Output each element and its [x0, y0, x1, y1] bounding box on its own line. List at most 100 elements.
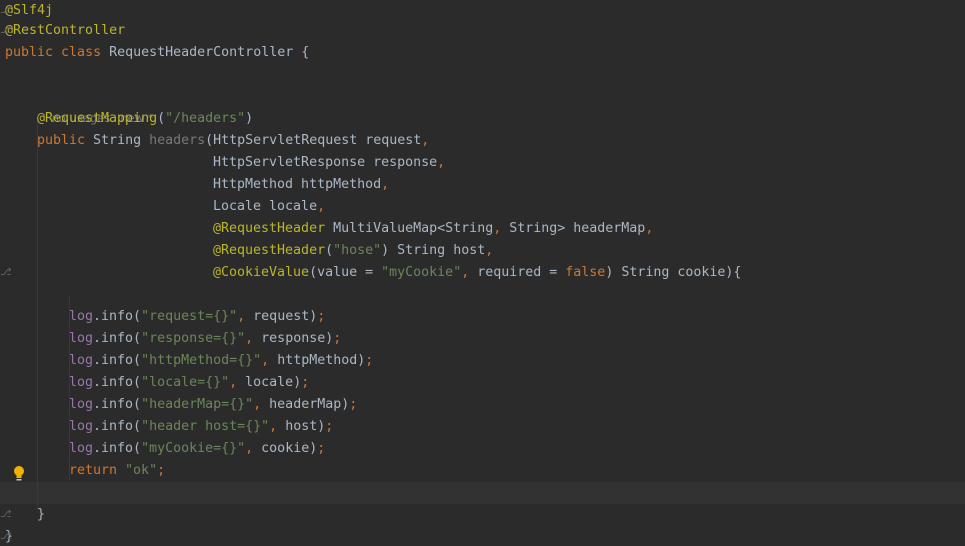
- code-token: HttpServletResponse response: [213, 155, 438, 170]
- code-token: (: [325, 243, 334, 258]
- code-editor[interactable]: no usages new * @Slf4j ⎇ @RestController ⎇ pu…: [0, 0, 965, 546]
- code-token: ) String host: [381, 243, 486, 258]
- code-text[interactable]: Locale locale,: [213, 196, 325, 218]
- code-token: RequestHeaderController: [109, 45, 302, 60]
- code-token: "/headers": [165, 111, 246, 126]
- fold-icon[interactable]: ⎇: [0, 262, 12, 284]
- code-text[interactable]: log.info("locale={}", locale);: [69, 372, 309, 394]
- code-line[interactable]: log.info("headerMap={}", headerMap);: [0, 394, 965, 416]
- code-line[interactable]: log.info("header host={}", host);: [0, 416, 965, 438]
- code-text[interactable]: @Slf4j: [5, 0, 53, 22]
- code-token: public: [5, 45, 62, 60]
- code-line[interactable]: @RequestMapping("/headers"): [0, 108, 965, 130]
- code-line[interactable]: public class RequestHeaderController {: [0, 42, 965, 64]
- code-token: ;: [325, 419, 334, 434]
- code-token: ;: [301, 375, 310, 390]
- code-line[interactable]: @RestController ⎇: [0, 20, 965, 42]
- code-line[interactable]: Locale locale,: [0, 196, 965, 218]
- fold-icon[interactable]: ⎇: [0, 20, 12, 42]
- code-token: @RequestMapping: [37, 111, 158, 126]
- code-token: "response={}": [141, 331, 246, 346]
- code-token: ,: [245, 441, 262, 456]
- code-token: ,: [421, 133, 430, 148]
- code-text[interactable]: @CookieValue(value = "myCookie", require…: [213, 262, 741, 284]
- code-text[interactable]: log.info("httpMethod={}", httpMethod);: [69, 350, 373, 372]
- code-token: class: [61, 45, 110, 60]
- code-text[interactable]: public String headers(HttpServletRequest…: [37, 130, 429, 152]
- code-token: ): [245, 111, 254, 126]
- code-token: ;: [157, 463, 166, 478]
- code-token: }: [37, 507, 46, 522]
- code-token: "header host={}": [141, 419, 270, 434]
- code-line[interactable]: HttpMethod httpMethod,: [0, 174, 965, 196]
- code-token: ;: [317, 309, 326, 324]
- code-text[interactable]: }: [37, 504, 45, 526]
- code-line[interactable]: @Slf4j ⎇: [0, 0, 965, 22]
- code-token: .info(: [93, 309, 142, 324]
- code-token: ,: [645, 221, 654, 236]
- code-line[interactable]: HttpServletResponse response,: [0, 152, 965, 174]
- code-text[interactable]: public class RequestHeaderController {: [5, 42, 309, 64]
- code-token: log: [69, 375, 94, 390]
- code-text[interactable]: HttpServletResponse response,: [213, 152, 445, 174]
- code-token: ,: [229, 375, 246, 390]
- code-line[interactable]: @RequestHeader("hose") String host,: [0, 240, 965, 262]
- code-token: required =: [477, 265, 566, 280]
- code-line[interactable]: } ⎇: [0, 526, 965, 546]
- lightbulb-icon[interactable]: [12, 465, 26, 483]
- code-text[interactable]: log.info("request={}", request);: [69, 306, 325, 328]
- code-line[interactable]: [0, 284, 965, 306]
- code-text[interactable]: log.info("headerMap={}", headerMap);: [69, 394, 357, 416]
- code-text[interactable]: log.info("header host={}", host);: [69, 416, 333, 438]
- code-token: ,: [381, 177, 390, 192]
- code-text[interactable]: HttpMethod httpMethod,: [213, 174, 389, 196]
- code-token: "myCookie={}": [141, 441, 246, 456]
- code-line[interactable]: return "ok";: [0, 460, 965, 482]
- code-token: log: [69, 331, 94, 346]
- code-text[interactable]: log.info("response={}", response);: [69, 328, 341, 350]
- fold-icon[interactable]: ⎇: [0, 504, 12, 526]
- code-line[interactable]: log.info("locale={}", locale);: [0, 372, 965, 394]
- code-token: .info(: [93, 397, 142, 412]
- code-line[interactable]: [0, 64, 965, 86]
- code-line[interactable]: @CookieValue(value = "myCookie", require…: [0, 262, 965, 284]
- code-token: headerMap): [269, 397, 350, 412]
- code-text[interactable]: @RequestMapping("/headers"): [37, 108, 253, 130]
- code-token: headers: [149, 133, 206, 148]
- code-token: ,: [437, 155, 446, 170]
- code-text[interactable]: return "ok";: [69, 460, 165, 482]
- code-token: .info(: [93, 331, 142, 346]
- code-text[interactable]: @RequestHeader MultiValueMap<String, Str…: [213, 218, 653, 240]
- code-token: httpMethod): [277, 353, 366, 368]
- code-line[interactable]: log.info("response={}", response);: [0, 328, 965, 350]
- code-text[interactable]: @RestController: [5, 20, 125, 42]
- code-token: "hose": [333, 243, 382, 258]
- code-token: request): [253, 309, 318, 324]
- code-line[interactable]: [0, 482, 965, 504]
- code-text[interactable]: log.info("myCookie={}", cookie);: [69, 438, 325, 460]
- code-token: (: [157, 111, 166, 126]
- code-token: @RequestHeader: [213, 221, 334, 236]
- code-line[interactable]: @RequestHeader MultiValueMap<String, Str…: [0, 218, 965, 240]
- code-token: false: [565, 265, 606, 280]
- code-line[interactable]: public String headers(HttpServletRequest…: [0, 130, 965, 152]
- code-token: "locale={}": [141, 375, 230, 390]
- code-line[interactable]: log.info("httpMethod={}", httpMethod);: [0, 350, 965, 372]
- code-token: log: [69, 419, 94, 434]
- code-token: MultiValueMap<String: [333, 221, 494, 236]
- code-text[interactable]: @RequestHeader("hose") String host,: [213, 240, 493, 262]
- fold-icon[interactable]: ⎇: [0, 526, 12, 546]
- code-token: @CookieValue: [213, 265, 310, 280]
- fold-icon[interactable]: ⎇: [0, 0, 12, 22]
- inlay-hint[interactable]: no usages new *: [37, 88, 164, 125]
- code-token: .info(: [93, 353, 142, 368]
- code-line[interactable]: log.info("myCookie={}", cookie);: [0, 438, 965, 460]
- code-token: (HttpServletRequest request: [205, 133, 422, 148]
- code-token: @RestController: [5, 23, 126, 38]
- code-token: return: [69, 463, 126, 478]
- code-line[interactable]: log.info("request={}", request);: [0, 306, 965, 328]
- code-line[interactable]: } ⎇: [0, 504, 965, 526]
- code-token: ,: [317, 199, 326, 214]
- code-token: @Slf4j: [5, 3, 54, 18]
- code-token: host): [285, 419, 326, 434]
